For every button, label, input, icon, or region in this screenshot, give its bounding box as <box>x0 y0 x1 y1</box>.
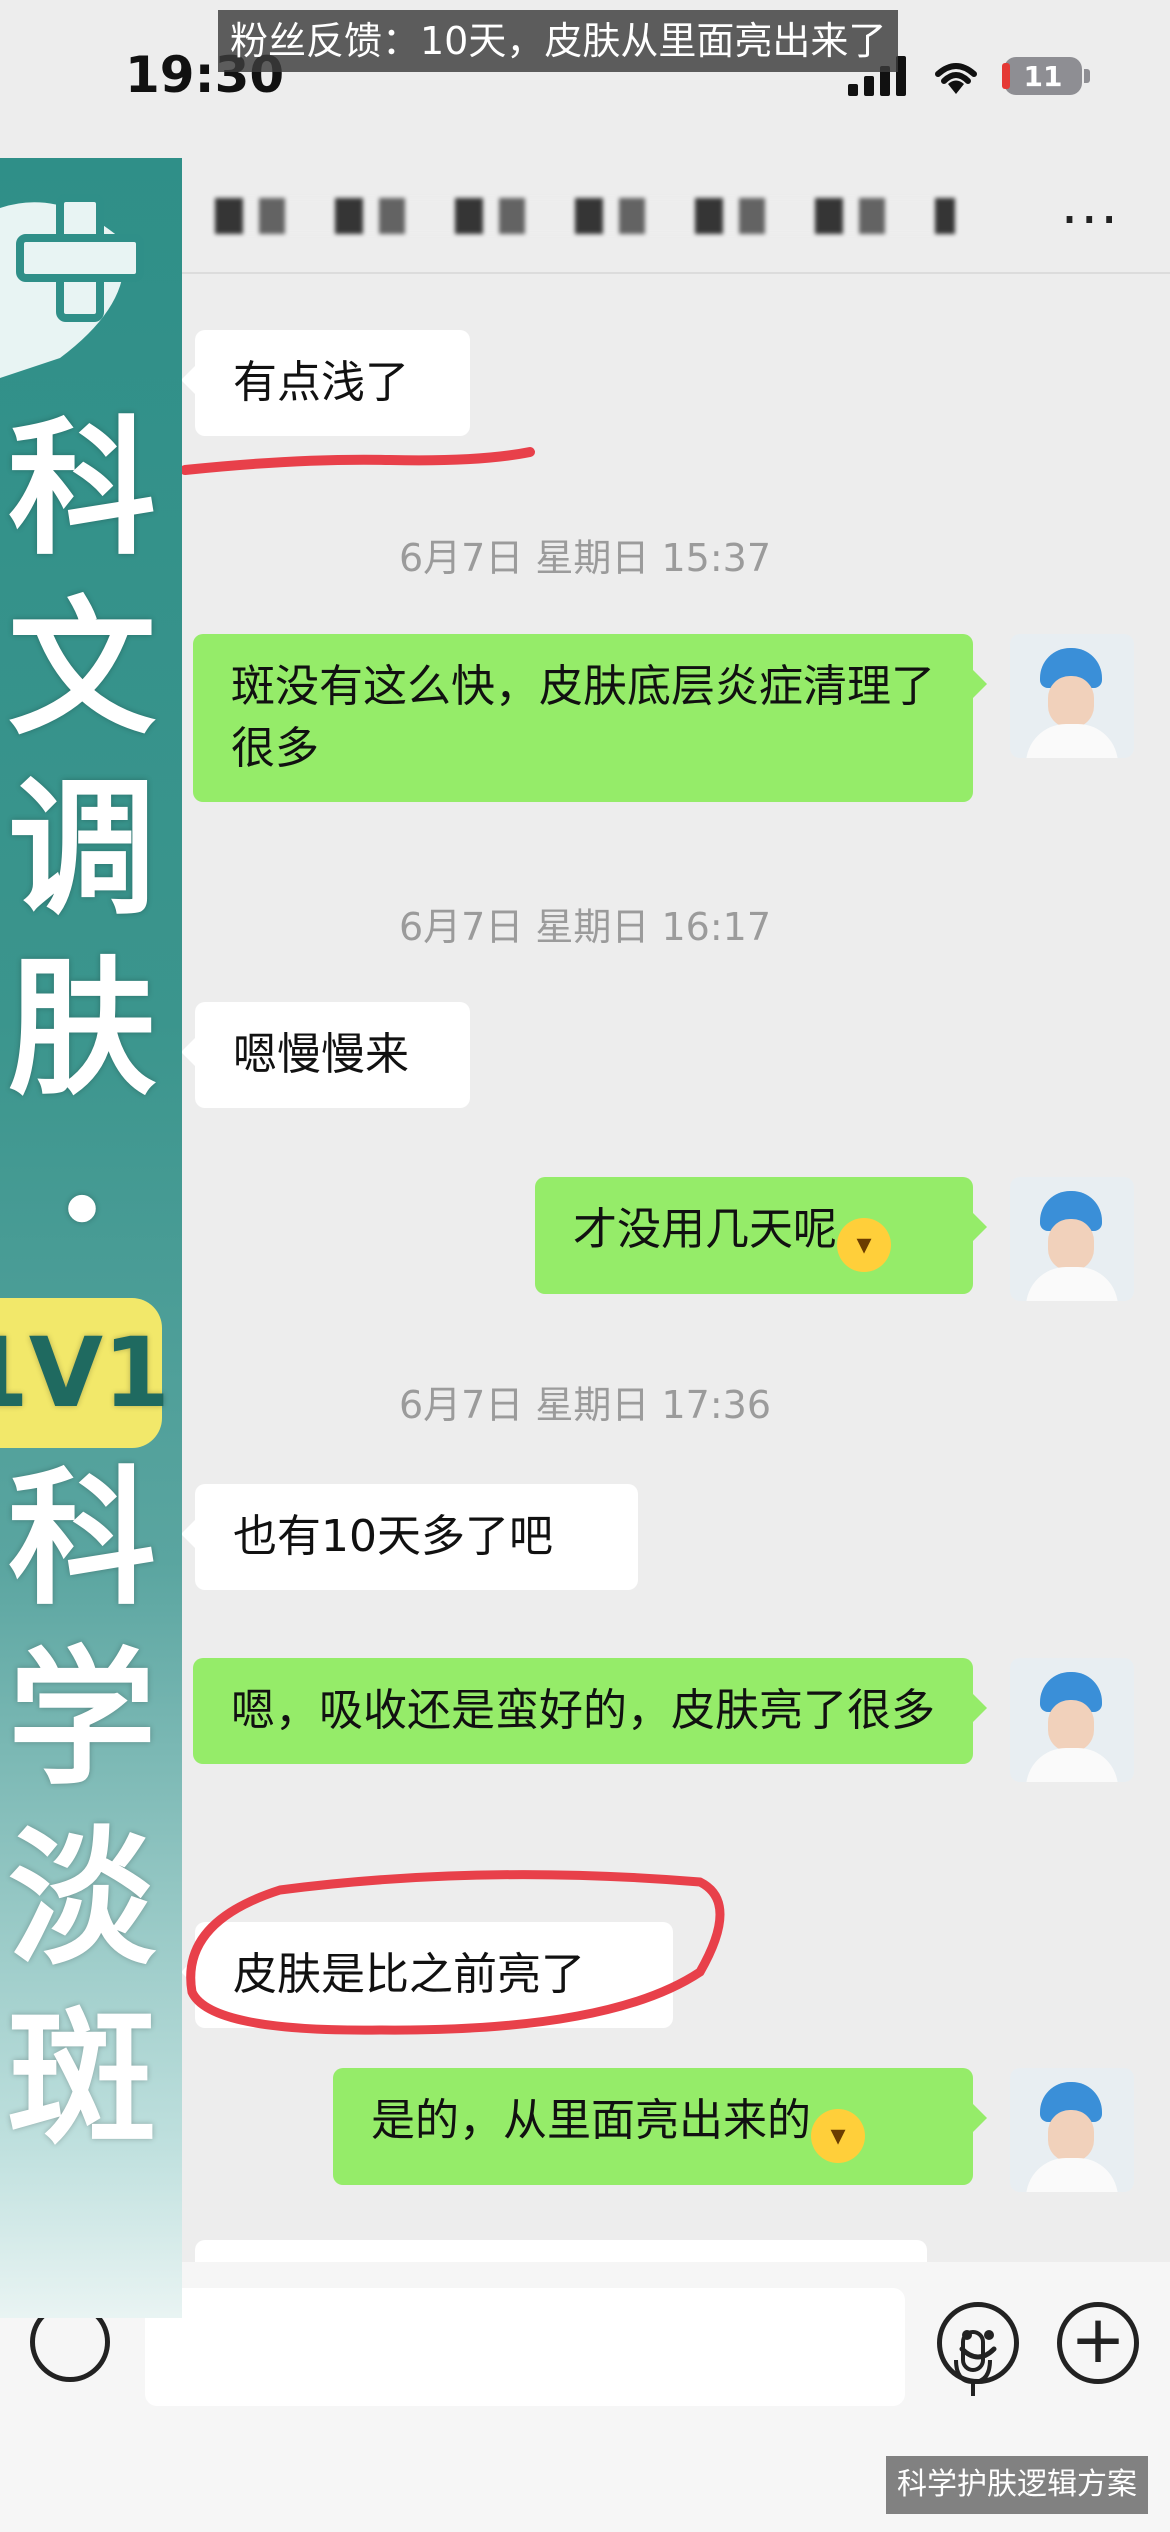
message-bubble-right[interactable]: 斑没有这么快，皮肤底层炎症清理了很多 <box>193 634 987 802</box>
message-bubble-left[interactable]: 有点浅了 <box>181 330 470 436</box>
message-bubble-partial[interactable] <box>195 2240 927 2262</box>
message-input[interactable] <box>145 2288 992 2406</box>
battery-icon: 11 <box>1002 57 1082 95</box>
avatar[interactable] <box>1010 634 1134 758</box>
message-text: 也有10天多了吧 <box>233 1511 553 1562</box>
message-text: 嗯慢慢来 <box>233 1029 409 1080</box>
message-bubble-right[interactable]: 才没用几天呢 ▾ <box>535 1177 987 1294</box>
battery-tip <box>1084 69 1090 83</box>
message-text: 才没用几天呢 <box>573 1204 837 1255</box>
grin-emoji-icon: ▾ <box>837 1218 891 1272</box>
avatar[interactable] <box>1010 1658 1134 1782</box>
message-text: 是的，从里面亮出来的 <box>371 2095 811 2146</box>
side-panel-text: 科 文 调 肤 · 1V1 科 学 淡 斑 <box>0 398 182 2168</box>
plus-icon[interactable]: + <box>1057 2302 1139 2384</box>
message-text: 嗯，吸收还是蛮好的，皮肤亮了很多 <box>231 1685 935 1736</box>
wifi-icon <box>935 63 977 94</box>
message-bubble-right[interactable]: 嗯，吸收还是蛮好的，皮肤亮了很多 <box>193 1658 987 1764</box>
side-ad-panel: 科 文 调 肤 · 1V1 科 学 淡 斑 <box>0 158 182 2318</box>
grin-emoji-icon: ▾ <box>811 2109 865 2163</box>
medical-cross-logo <box>0 194 144 378</box>
emoji-icon[interactable] <box>937 2302 1019 2384</box>
message-bubble-right[interactable]: 是的，从里面亮出来的 ▾ <box>333 2068 987 2185</box>
caption-banner: 粉丝反馈：10天，皮肤从里面亮出来了 <box>218 10 899 72</box>
annotation-circle <box>186 1870 725 2035</box>
message-bubble-left[interactable]: 嗯慢慢来 <box>181 1002 470 1108</box>
side-badge: 1V1 <box>0 1298 170 1448</box>
message-bubble-left[interactable]: 也有10天多了吧 <box>181 1484 638 1590</box>
watermark: 科学护肤逻辑方案 <box>886 2456 1148 2514</box>
message-text: 斑没有这么快，皮肤底层炎症清理了很多 <box>231 661 935 774</box>
avatar[interactable] <box>1010 2068 1134 2192</box>
more-icon[interactable]: ··· <box>1061 188 1120 253</box>
chat-title-redacted <box>215 198 955 234</box>
annotation-underline <box>180 447 535 475</box>
message-text: 有点浅了 <box>233 357 409 408</box>
avatar[interactable] <box>1010 1177 1134 1301</box>
